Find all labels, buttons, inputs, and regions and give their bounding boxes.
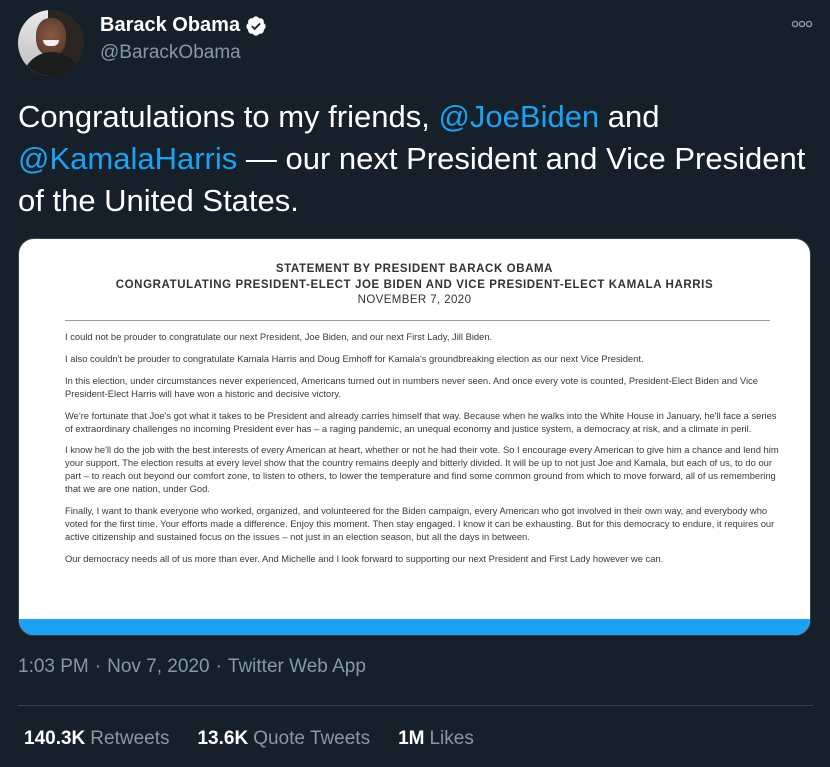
statement-heading: STATEMENT BY PRESIDENT BARACK OBAMA CONG… (19, 261, 810, 293)
statement-title: STATEMENT BY PRESIDENT BARACK OBAMA (275, 263, 554, 275)
tweet-text-part: and (599, 99, 660, 134)
statement-paragraph: Our democracy needs all of us more than … (65, 552, 664, 564)
verified-badge-icon (246, 15, 266, 36)
tweet-date-link[interactable]: Nov 7, 2020 (107, 656, 209, 677)
mention-kamalaharris-link[interactable]: @KamalaHarris (18, 141, 237, 176)
quote-tweets-stat[interactable]: 13.6K Quote Tweets (197, 728, 370, 750)
statement-subtitle: CONGRATULATING PRESIDENT-ELECT JOE BIDEN… (115, 279, 714, 291)
name-row: Barack Obama (100, 14, 267, 37)
more-options-icon[interactable] (791, 18, 813, 30)
quote-tweets-count: 13.6K (197, 728, 249, 749)
divider (18, 705, 813, 706)
statement-paragraph: We're fortunate that Joe's got what it t… (65, 409, 777, 434)
tweet-meta: 1:03 PM · Nov 7, 2020 · Twitter Web App (18, 656, 366, 678)
statement-paragraph: Finally, I want to thank everyone who wo… (65, 505, 775, 542)
retweets-count: 140.3K (24, 728, 86, 749)
mention-joebiden-link[interactable]: @JoeBiden (438, 99, 599, 134)
statement-image[interactable]: STATEMENT BY PRESIDENT BARACK OBAMA CONG… (18, 238, 811, 636)
statement-paragraph: I know he'll do the job with the best in… (65, 444, 779, 495)
statement-paragraph: I could not be prouder to congratulate o… (65, 331, 493, 342)
statement-body: I could not be prouder to congratulate o… (65, 331, 780, 566)
retweets-label: Retweets (90, 728, 170, 749)
avatar[interactable] (18, 10, 84, 76)
separator-dot: · (215, 656, 222, 677)
tweet: Barack Obama @BarackObama Congratulation… (0, 0, 830, 767)
likes-count: 1M (398, 728, 425, 749)
tweet-time-link[interactable]: 1:03 PM (18, 656, 89, 677)
tweet-text: Congratulations to my friends, @JoeBiden… (18, 96, 808, 222)
separator-dot: · (94, 656, 102, 677)
statement-divider (65, 320, 770, 321)
statement-paragraph: I also couldn't be prouder to congratula… (65, 352, 644, 364)
quote-tweets-label: Quote Tweets (253, 728, 371, 749)
statement-footer-bar (19, 619, 810, 635)
tweet-source-link[interactable]: Twitter Web App (228, 656, 366, 677)
tweet-text-part: Congratulations to my friends, (18, 99, 439, 134)
display-name[interactable]: Barack Obama (100, 14, 240, 37)
retweets-stat[interactable]: 140.3K Retweets (24, 728, 169, 750)
statement-date: NOVEMBER 7, 2020 (357, 294, 472, 306)
statement-paragraph: In this election, under circumstances ne… (65, 374, 758, 399)
user-handle[interactable]: @BarackObama (100, 42, 241, 64)
likes-label: Likes (429, 728, 474, 749)
tweet-header: Barack Obama @BarackObama (18, 10, 813, 76)
tweet-stats: 140.3K Retweets 13.6K Quote Tweets 1M Likes (24, 728, 502, 750)
likes-stat[interactable]: 1M Likes (398, 728, 474, 750)
